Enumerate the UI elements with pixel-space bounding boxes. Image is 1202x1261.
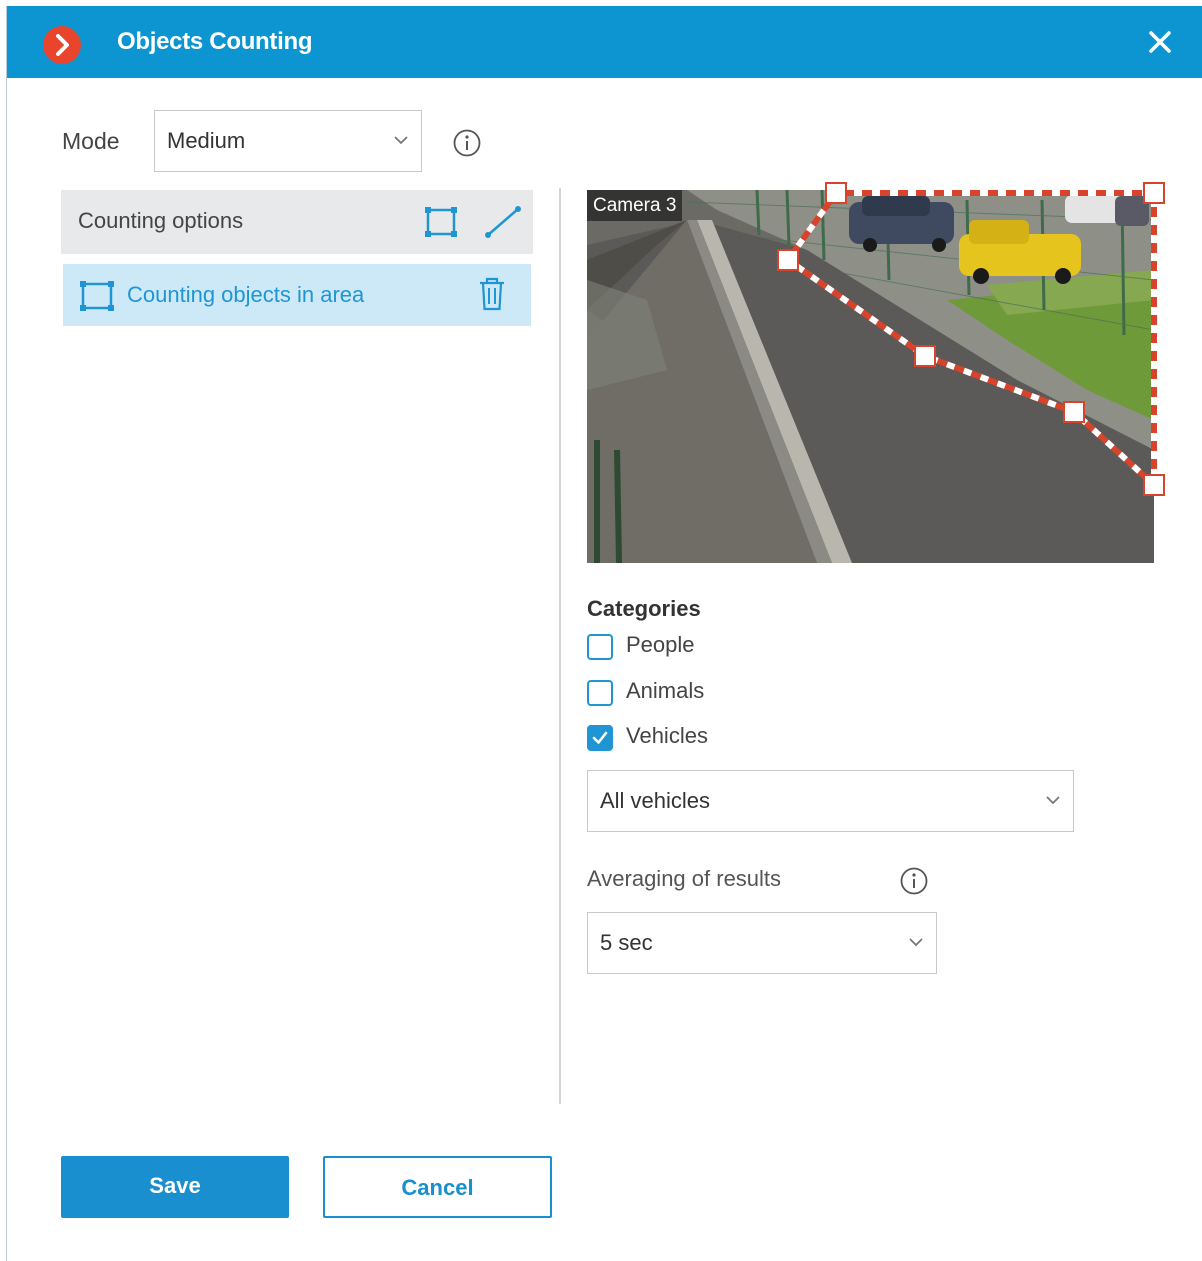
vehicle-type-value: All vehicles	[600, 788, 711, 813]
save-button[interactable]: Save	[61, 1156, 289, 1218]
averaging-value: 5 sec	[600, 930, 653, 955]
vehicles-label: Vehicles	[626, 723, 708, 748]
averaging-dropdown[interactable]: 5 sec	[587, 912, 937, 974]
info-icon[interactable]	[899, 866, 929, 901]
trash-icon[interactable]	[477, 276, 507, 317]
counting-options-label: Counting options	[78, 208, 244, 233]
counting-options-header: Counting options	[61, 190, 533, 254]
checkmark-icon	[592, 731, 608, 744]
vehicle-type-dropdown[interactable]: All vehicles	[587, 770, 1074, 832]
people-checkbox[interactable]	[587, 634, 613, 660]
counting-item-label: Counting objects in area	[127, 282, 365, 307]
cancel-button[interactable]: Cancel	[323, 1156, 552, 1218]
rectangle-area-icon	[79, 280, 115, 317]
mode-dropdown[interactable]: Medium	[154, 110, 422, 172]
animals-label: Animals	[626, 678, 705, 703]
dialog-title: Objects Counting	[117, 28, 313, 55]
averaging-label: Averaging of results	[587, 866, 782, 891]
objects-counting-dialog: Objects Counting Mode Medium Counting op…	[6, 6, 1202, 1261]
chevron-down-icon	[908, 934, 924, 952]
line-tool-icon[interactable]	[483, 204, 523, 240]
app-logo-icon	[43, 26, 81, 64]
panel-divider	[559, 188, 561, 1104]
categories-title: Categories	[587, 596, 701, 621]
camera-image	[587, 190, 1154, 563]
mode-value: Medium	[167, 128, 246, 153]
camera-label: Camera 3	[587, 190, 683, 221]
people-label: People	[626, 632, 695, 657]
animals-checkbox[interactable]	[587, 680, 613, 706]
counting-item-area[interactable]: Counting objects in area	[63, 264, 531, 326]
mode-label: Mode	[62, 128, 120, 154]
vehicles-checkbox[interactable]	[587, 725, 613, 751]
chevron-down-icon	[393, 132, 409, 150]
camera-preview[interactable]: Camera 3	[587, 190, 1154, 563]
info-icon[interactable]	[452, 128, 482, 163]
close-icon[interactable]	[1144, 26, 1176, 58]
title-bar: Objects Counting	[7, 6, 1202, 78]
area-tool-icon[interactable]	[423, 204, 459, 240]
chevron-down-icon	[1045, 792, 1061, 810]
